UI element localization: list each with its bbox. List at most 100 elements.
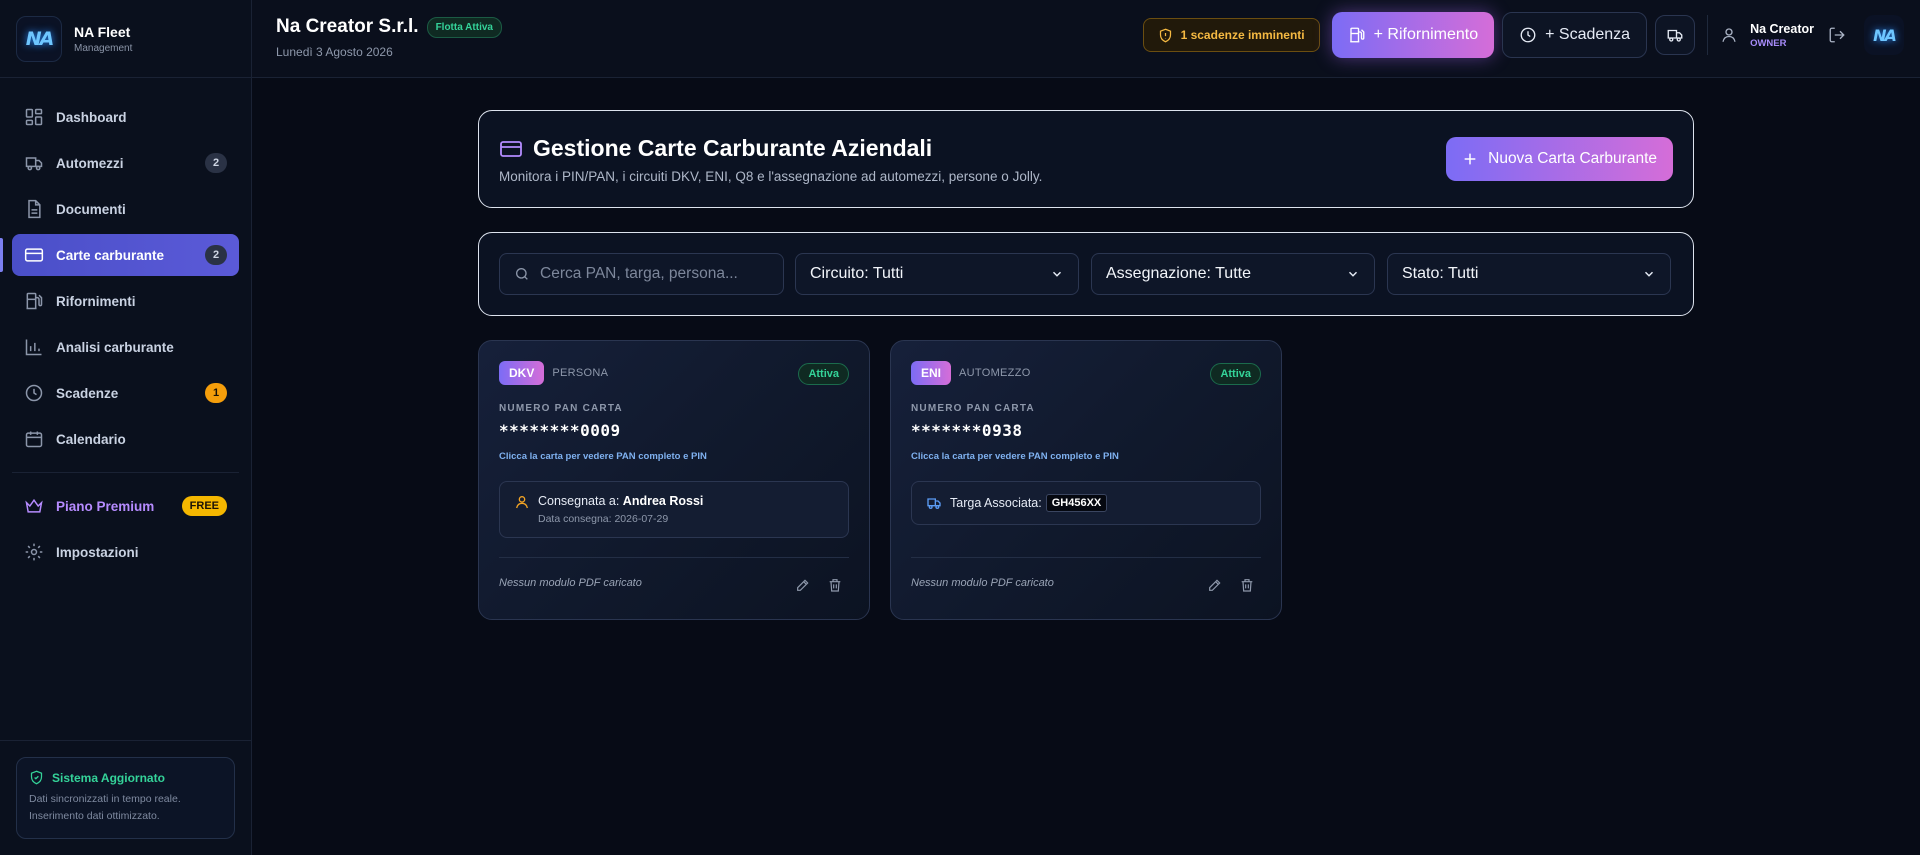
assignment-select[interactable]: Assegnazione: Tutte	[1091, 253, 1375, 295]
button-label: + Rifornimento	[1373, 26, 1479, 43]
circuit-select[interactable]: Circuito: Tutti	[795, 253, 1079, 295]
select-value: Stato: Tutti	[1402, 265, 1479, 282]
sidebar-item-label: Scadenze	[56, 385, 119, 401]
sidebar-item-calendario[interactable]: Calendario	[12, 418, 239, 460]
user-name: Na Creator	[1750, 21, 1814, 36]
button-label: + Scadenza	[1545, 26, 1631, 43]
document-icon	[28, 199, 41, 219]
clock-icon	[25, 384, 43, 402]
count-badge: 1	[205, 383, 227, 403]
status-badge: Attiva	[798, 363, 849, 385]
sidebar-item-label: Rifornimenti	[56, 293, 136, 309]
chevron-down-icon	[1348, 271, 1358, 277]
reveal-hint: Clicca la carta per vedere PAN completo …	[911, 451, 1119, 462]
assignment-box: Consegnata a: Andrea Rossi Data consegna…	[499, 481, 849, 538]
search-field[interactable]	[499, 253, 784, 295]
chevron-down-icon	[1644, 271, 1654, 277]
circuit-badge: ENI	[911, 361, 952, 385]
add-refuel-button[interactable]: + Rifornimento	[1331, 12, 1495, 58]
card-divider	[911, 557, 1261, 558]
logout-icon[interactable]	[1828, 26, 1846, 44]
sidebar-item-label: Analisi carburante	[56, 339, 174, 355]
gear-icon	[25, 543, 43, 561]
assigned-label: Consegnata a:	[538, 494, 620, 508]
edit-icon[interactable]	[795, 577, 811, 593]
new-fuel-card-button[interactable]: Nuova Carta Carburante	[1446, 137, 1673, 181]
chevron-down-icon	[1052, 271, 1062, 277]
sidebar-item-scadenze[interactable]: Scadenze 1	[12, 372, 239, 414]
page-header-card: Gestione Carte Carburante Aziendali Moni…	[478, 110, 1694, 208]
assignment-type: PERSONA	[552, 367, 609, 379]
sidebar-divider	[12, 472, 239, 473]
select-value: Circuito: Tutti	[810, 265, 904, 282]
sidebar-item-dashboard[interactable]: Dashboard	[12, 96, 239, 138]
sidebar-item-label: Carte carburante	[56, 247, 165, 263]
status-badge: Attiva	[1210, 363, 1261, 385]
plus-icon	[1464, 153, 1476, 165]
sidebar-item-rifornimenti[interactable]: Rifornimenti	[12, 280, 239, 322]
status-line: Dati sincronizzati in tempo reale.	[29, 793, 181, 805]
user-role: OWNER	[1750, 37, 1787, 49]
sidebar-item-label: Piano Premium	[56, 498, 155, 514]
current-date: Lunedì 3 Agosto 2026	[276, 45, 393, 59]
truck-icon	[1667, 29, 1683, 42]
status-line: Inserimento dati ottimizzato.	[29, 810, 160, 822]
pan-label: NUMERO PAN CARTA	[911, 403, 1035, 414]
page-title: Gestione Carte Carburante Aziendali	[533, 135, 933, 161]
sidebar-item-impostazioni[interactable]: Impostazioni	[12, 531, 239, 573]
brand[interactable]: NA NA Fleet Management	[0, 0, 251, 78]
deadline-alert[interactable]: 1 scadenze imminenti	[1142, 18, 1320, 52]
reveal-hint: Clicca la carta per vedere PAN completo …	[499, 451, 707, 462]
truck-icon	[25, 157, 43, 171]
assignment-box: Targa Associata: GH456XX	[911, 481, 1261, 525]
trash-icon[interactable]	[827, 577, 843, 593]
avatar[interactable]: NA	[1864, 15, 1904, 55]
user-menu[interactable]: Na Creator OWNER NA	[1707, 15, 1904, 55]
plate-label: Targa Associata:	[950, 496, 1042, 510]
fuel-icon	[1349, 27, 1365, 43]
button-label: Nuova Carta Carburante	[1488, 150, 1657, 167]
pdf-status: Nessun modulo PDF caricato	[911, 577, 1054, 589]
sidebar-item-premium[interactable]: Piano Premium FREE	[12, 485, 239, 527]
assigned-name: Andrea Rossi	[622, 494, 704, 508]
fuel-icon	[26, 292, 43, 310]
company-name: Na Creator S.r.l.	[276, 16, 419, 37]
search-icon	[516, 268, 528, 280]
pan-label: NUMERO PAN CARTA	[499, 403, 623, 414]
credit-card-icon	[24, 248, 44, 262]
sidebar-item-analisi-carburante[interactable]: Analisi carburante	[12, 326, 239, 368]
brand-logo: NA	[16, 15, 62, 62]
pan-number: *******0938	[911, 421, 1023, 440]
fuel-card[interactable]: DKV PERSONA Attiva NUMERO PAN CARTA ****…	[478, 340, 870, 620]
license-plate: GH456XX	[1045, 494, 1108, 512]
credit-card-icon	[500, 140, 522, 157]
search-input[interactable]	[540, 265, 760, 283]
clock-icon	[1520, 27, 1536, 43]
shield-alert-icon	[1159, 28, 1171, 42]
add-deadline-button[interactable]: + Scadenza	[1502, 12, 1648, 58]
assignment-type: AUTOMEZZO	[959, 367, 1031, 379]
sidebar-item-carte-carburante[interactable]: Carte carburante 2	[0, 234, 239, 276]
calendar-icon	[25, 431, 43, 448]
trash-icon[interactable]	[1239, 577, 1255, 593]
fuel-card[interactable]: ENI AUTOMEZZO Attiva NUMERO PAN CARTA **…	[890, 340, 1282, 620]
pdf-status: Nessun modulo PDF caricato	[499, 577, 642, 589]
sidebar-item-automezzi[interactable]: Automezzi 2	[12, 142, 239, 184]
shield-check-icon	[30, 770, 43, 785]
circuit-badge: DKV	[499, 361, 545, 385]
bar-chart-icon	[25, 339, 42, 356]
crown-icon	[25, 498, 43, 513]
sidebar-item-documenti[interactable]: Documenti	[12, 188, 239, 230]
filters-bar: Circuito: Tutti Assegnazione: Tutte Stat…	[478, 232, 1694, 316]
brand-name: NA Fleet	[74, 23, 131, 40]
vehicle-button[interactable]	[1655, 15, 1696, 55]
edit-icon[interactable]	[1207, 577, 1223, 593]
status-select[interactable]: Stato: Tutti	[1387, 253, 1671, 295]
dashboard-icon	[25, 108, 43, 126]
top-bar: Na Creator S.r.l. Flotta Attiva Lunedì 3…	[252, 0, 1920, 78]
user-icon	[516, 496, 528, 509]
sidebar: NA NA Fleet Management Dashboard Automez…	[0, 0, 252, 855]
card-divider	[499, 557, 849, 558]
status-title: Sistema Aggiornato	[52, 770, 165, 785]
sidebar-item-label: Dashboard	[56, 109, 127, 125]
